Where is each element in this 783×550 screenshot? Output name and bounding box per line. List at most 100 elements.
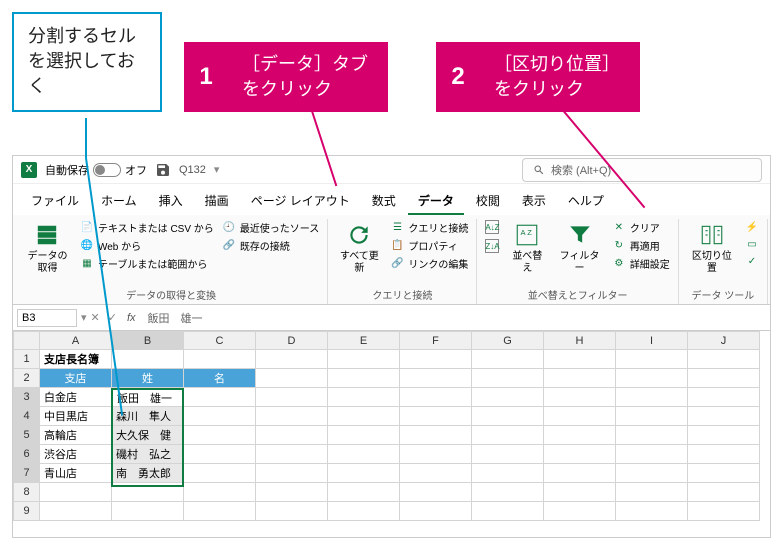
col-header[interactable]: H	[544, 332, 616, 350]
cell[interactable]	[616, 483, 688, 502]
row-header[interactable]: 6	[14, 445, 40, 464]
remove-duplicates-button[interactable]: ▭	[743, 236, 761, 252]
tab-data[interactable]: データ	[408, 188, 464, 215]
cell[interactable]	[184, 426, 256, 445]
cell[interactable]: 高輪店	[40, 426, 112, 445]
cell[interactable]	[256, 464, 328, 483]
cell[interactable]	[688, 388, 760, 407]
cell[interactable]	[400, 350, 472, 369]
cell[interactable]	[616, 388, 688, 407]
cell[interactable]	[112, 502, 184, 521]
cell[interactable]	[544, 350, 616, 369]
sort-asc-button[interactable]: A↓Z	[483, 219, 501, 235]
cell[interactable]: 磯村 弘之	[112, 445, 184, 464]
cell[interactable]	[400, 502, 472, 521]
cell[interactable]	[616, 502, 688, 521]
cell[interactable]	[256, 350, 328, 369]
cell[interactable]	[328, 369, 400, 388]
from-csv-button[interactable]: 📄テキストまたは CSV から	[78, 219, 216, 236]
cell[interactable]: 姓	[112, 369, 184, 388]
cell[interactable]: 渋谷店	[40, 445, 112, 464]
cell[interactable]	[256, 369, 328, 388]
cell[interactable]	[400, 483, 472, 502]
cell[interactable]	[184, 350, 256, 369]
cell[interactable]	[184, 407, 256, 426]
cell[interactable]: 中目黒店	[40, 407, 112, 426]
row-header[interactable]: 8	[14, 483, 40, 502]
row-header[interactable]: 2	[14, 369, 40, 388]
fx-icon[interactable]: fx	[121, 312, 142, 324]
advanced-filter-button[interactable]: ⚙詳細設定	[610, 255, 672, 272]
cell[interactable]	[400, 426, 472, 445]
cell[interactable]	[688, 407, 760, 426]
col-header[interactable]: D	[256, 332, 328, 350]
cancel-formula-icon[interactable]: ✕	[87, 311, 104, 324]
cell[interactable]	[328, 388, 400, 407]
cell[interactable]: 支店	[40, 369, 112, 388]
cell[interactable]	[544, 388, 616, 407]
col-header[interactable]: E	[328, 332, 400, 350]
row-header[interactable]: 3	[14, 388, 40, 407]
cell[interactable]	[472, 426, 544, 445]
name-box[interactable]: B3	[17, 309, 77, 327]
cell[interactable]	[400, 407, 472, 426]
cell[interactable]	[328, 502, 400, 521]
cell[interactable]	[688, 426, 760, 445]
col-header[interactable]: F	[400, 332, 472, 350]
tab-formulas[interactable]: 数式	[362, 188, 406, 215]
save-icon[interactable]	[155, 162, 171, 178]
cell[interactable]: 名	[184, 369, 256, 388]
tab-help[interactable]: ヘルプ	[558, 188, 614, 215]
flash-fill-button[interactable]: ⚡	[743, 219, 761, 235]
cell[interactable]	[400, 388, 472, 407]
cell[interactable]	[472, 350, 544, 369]
cell[interactable]	[328, 426, 400, 445]
cell[interactable]	[256, 483, 328, 502]
tab-view[interactable]: 表示	[512, 188, 556, 215]
cell[interactable]	[400, 464, 472, 483]
cell[interactable]	[112, 483, 184, 502]
tab-layout[interactable]: ページ レイアウト	[241, 188, 360, 215]
cell[interactable]	[544, 407, 616, 426]
tab-draw[interactable]: 描画	[195, 188, 239, 215]
tab-insert[interactable]: 挿入	[149, 188, 193, 215]
cell[interactable]	[400, 369, 472, 388]
col-header[interactable]: C	[184, 332, 256, 350]
cell[interactable]	[112, 350, 184, 369]
cell[interactable]	[472, 388, 544, 407]
cell[interactable]	[184, 502, 256, 521]
sort-button[interactable]: A Z 並べ替え	[505, 219, 549, 277]
col-header[interactable]: J	[688, 332, 760, 350]
grid-area[interactable]: A B C D E F G H I J 1 支店長名簿 2 支店 姓 名 3 白…	[13, 331, 770, 537]
get-data-button[interactable]: データの取得	[21, 219, 74, 277]
cell[interactable]	[472, 502, 544, 521]
cell[interactable]: 青山店	[40, 464, 112, 483]
cell[interactable]	[184, 388, 256, 407]
search-input[interactable]: 検索 (Alt+Q)	[522, 158, 762, 182]
data-validation-button[interactable]: ✓	[743, 253, 761, 269]
cell[interactable]	[40, 483, 112, 502]
col-header[interactable]: B	[112, 332, 184, 350]
cell[interactable]	[544, 464, 616, 483]
worksheet-grid[interactable]: A B C D E F G H I J 1 支店長名簿 2 支店 姓 名 3 白…	[13, 331, 760, 521]
cell[interactable]	[184, 445, 256, 464]
cell[interactable]: 白金店	[40, 388, 112, 407]
cell[interactable]	[472, 445, 544, 464]
cell[interactable]	[328, 350, 400, 369]
sort-desc-button[interactable]: Z↓A	[483, 238, 501, 254]
cell[interactable]	[616, 426, 688, 445]
cell[interactable]	[544, 369, 616, 388]
row-header[interactable]: 1	[14, 350, 40, 369]
cell[interactable]	[688, 445, 760, 464]
row-header[interactable]: 5	[14, 426, 40, 445]
cell[interactable]	[256, 388, 328, 407]
col-header[interactable]: I	[616, 332, 688, 350]
tab-review[interactable]: 校閲	[466, 188, 510, 215]
cell[interactable]	[112, 388, 184, 407]
cell[interactable]	[544, 445, 616, 464]
queries-connections-button[interactable]: ☰クエリと接続	[388, 219, 470, 236]
cell[interactable]	[256, 407, 328, 426]
cell[interactable]	[40, 502, 112, 521]
cell[interactable]	[688, 464, 760, 483]
cell[interactable]	[544, 426, 616, 445]
